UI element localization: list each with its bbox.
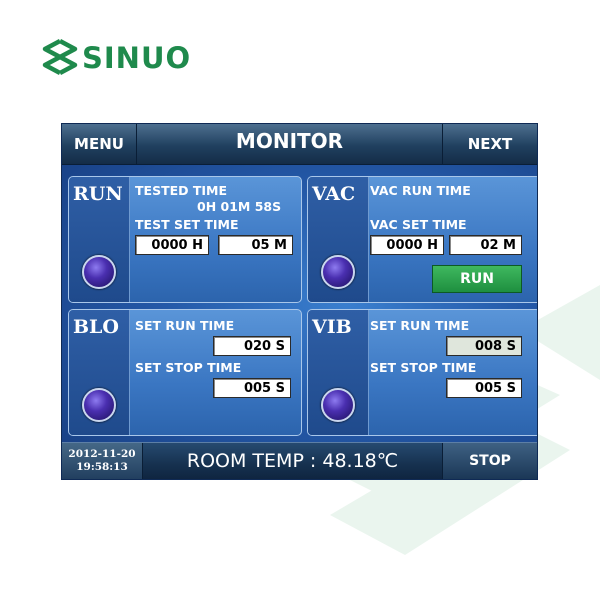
current-date: 2012-11-20 [68,448,136,460]
current-time: 19:58:13 [76,461,128,473]
blo-panel: BLO SET RUN TIME 020 S SET STOP TIME 005… [68,309,302,436]
vib-set-stop-time-field[interactable]: 005 S [446,378,522,398]
vac-set-time-label: VAC SET TIME [370,217,467,232]
vib-set-run-time-field[interactable]: 008 S [446,336,522,356]
hmi-monitor-screen: MENU MONITOR NEXT RUN TESTED TIME 0H 01M… [61,123,538,480]
run-indicator-lamp [82,255,116,289]
blo-indicator-lamp [82,388,116,422]
vac-run-button[interactable]: RUN [432,265,522,293]
blo-set-stop-time-field[interactable]: 005 S [213,378,291,398]
blo-tag: BLO [73,316,119,338]
blo-set-stop-time-label: SET STOP TIME [135,360,242,375]
menu-button[interactable]: MENU [62,124,137,164]
vac-set-minutes-field[interactable]: 02 M [449,235,522,255]
blo-set-run-time-label: SET RUN TIME [135,318,235,333]
page-title: MONITOR [235,129,344,153]
vib-indicator-lamp [321,388,355,422]
tested-time-label: TESTED TIME [135,183,228,198]
date-time-display: 2012-11-20 19:58:13 [62,443,143,479]
vac-indicator-lamp [321,255,355,289]
brand-name: SINUO [82,41,192,75]
vac-tag: VAC [312,183,356,205]
vib-panel-side: VIB [308,310,369,435]
vib-panel: VIB SET RUN TIME 008 S SET STOP TIME 005… [307,309,537,436]
vac-run-time-label: VAC RUN TIME [370,183,471,198]
sinuo-logo-icon [42,39,78,75]
test-set-hours-field[interactable]: 0000 H [135,235,209,255]
test-set-time-label: TEST SET TIME [135,217,239,232]
top-bar: MENU MONITOR NEXT [62,124,537,165]
vib-set-run-time-label: SET RUN TIME [370,318,470,333]
run-tag: RUN [73,183,123,205]
run-panel-side: RUN [69,177,130,302]
blo-panel-side: BLO [69,310,130,435]
tested-time-value: 0H 01M 58S [197,199,282,214]
test-set-minutes-field[interactable]: 05 M [218,235,293,255]
vib-tag: VIB [312,316,352,338]
bottom-bar: 2012-11-20 19:58:13 ROOM TEMP : 48.18℃ S… [62,442,537,479]
brand-logo: SINUO [40,36,191,80]
blo-set-run-time-field[interactable]: 020 S [213,336,291,356]
vac-set-hours-field[interactable]: 0000 H [370,235,444,255]
vac-panel: VAC VAC RUN TIME VAC SET TIME 0000 H 02 … [307,176,537,303]
run-panel: RUN TESTED TIME 0H 01M 58S TEST SET TIME… [68,176,302,303]
stop-button[interactable]: STOP [442,443,537,479]
room-temp-readout: ROOM TEMP : 48.18℃ [186,450,399,472]
vib-set-stop-time-label: SET STOP TIME [370,360,477,375]
next-button[interactable]: NEXT [442,124,537,164]
vac-panel-side: VAC [308,177,369,302]
